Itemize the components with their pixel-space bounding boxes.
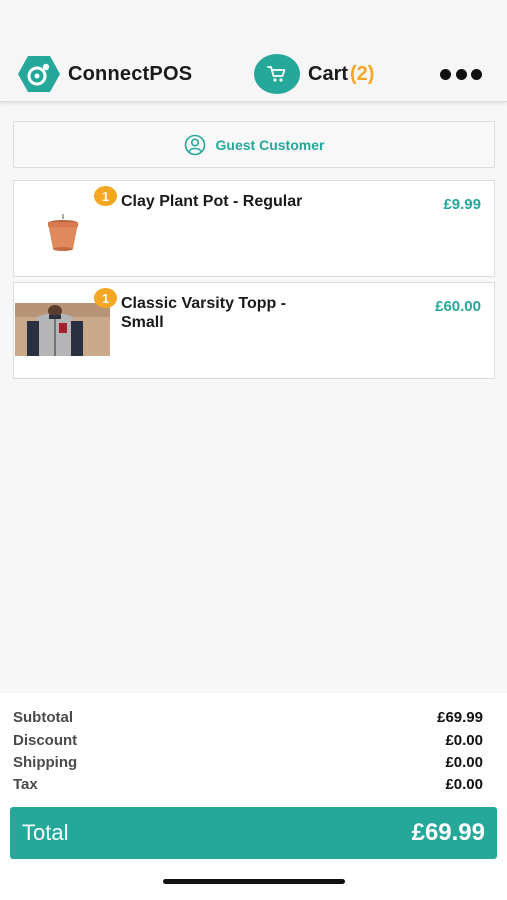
- user-circle-icon: [184, 134, 205, 155]
- discount-value: £0.00: [445, 732, 483, 749]
- connectpos-logo-icon: [18, 56, 60, 92]
- product-image-varsity-jacket: [15, 303, 110, 356]
- customer-label: Guest Customer: [215, 136, 325, 153]
- cart-count-badge: (2): [350, 62, 375, 85]
- shipping-value: £0.00: [445, 754, 483, 771]
- cart-item[interactable]: 1 Classic Varsity Topp - Small £60.00: [13, 282, 495, 379]
- tax-label: Tax: [13, 776, 38, 793]
- item-price: £60.00: [435, 298, 481, 315]
- quantity-badge: 1: [94, 288, 117, 308]
- item-name: Clay Plant Pot - Regular: [121, 193, 303, 210]
- total-checkout-button[interactable]: Total £69.99: [10, 807, 497, 859]
- more-dots-icon: [455, 68, 467, 80]
- item-name: Classic Varsity Topp - Small: [121, 295, 287, 331]
- discount-row: Discount £0.00: [13, 730, 483, 751]
- cart-item[interactable]: 1 Clay Plant Pot - Regular £9.99: [13, 180, 495, 277]
- tax-value: £0.00: [445, 776, 483, 793]
- quantity-badge: 1: [94, 186, 117, 206]
- cart-icon-circle: [254, 54, 300, 94]
- totals-panel: Subtotal £69.99 Discount £0.00 Shipping …: [0, 693, 507, 900]
- select-customer-button[interactable]: Guest Customer: [13, 121, 495, 168]
- more-dots-icon: [471, 68, 482, 80]
- subtotal-row: Subtotal £69.99: [13, 707, 483, 728]
- item-price: £9.99: [443, 196, 481, 213]
- discount-label: Discount: [13, 732, 78, 749]
- cart-button[interactable]: Cart (2): [254, 54, 374, 94]
- subtotal-label: Subtotal: [13, 709, 73, 726]
- shipping-row: Shipping £0.00: [13, 752, 483, 773]
- more-dots-icon: [440, 68, 451, 80]
- shipping-label: Shipping: [13, 754, 78, 771]
- brand[interactable]: ConnectPOS: [18, 54, 192, 94]
- home-indicator[interactable]: [163, 879, 345, 884]
- brand-name: ConnectPOS: [68, 62, 193, 85]
- more-menu-button[interactable]: [440, 66, 482, 82]
- tax-row: Tax £0.00: [13, 774, 483, 795]
- total-label: Total: [22, 820, 69, 845]
- total-value: £69.99: [411, 819, 485, 846]
- app-header: ConnectPOS Cart (2): [0, 0, 507, 102]
- cart-label: Cart: [308, 62, 349, 85]
- product-image-clay-pot: [15, 201, 110, 254]
- subtotal-value: £69.99: [437, 709, 483, 726]
- cart-icon: [267, 66, 286, 82]
